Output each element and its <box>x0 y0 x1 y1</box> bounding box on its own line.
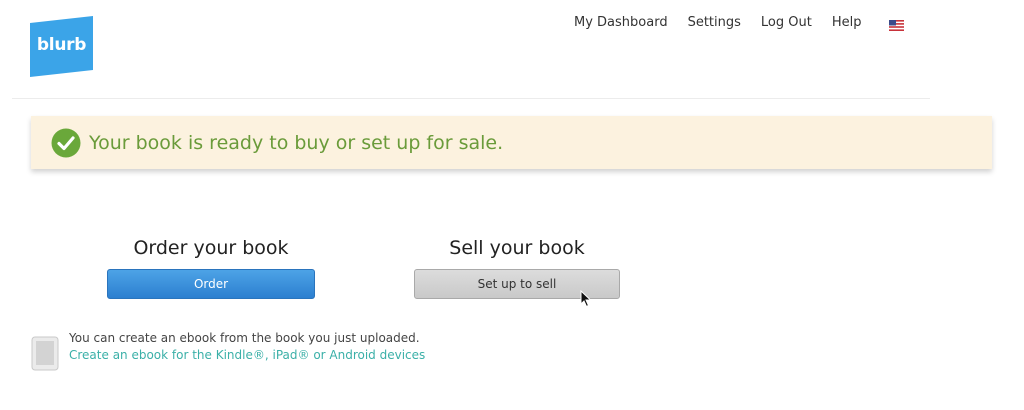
nav-settings[interactable]: Settings <box>688 15 741 30</box>
order-heading: Order your book <box>133 237 289 259</box>
check-circle-icon <box>51 128 81 157</box>
mouse-cursor-icon <box>580 290 592 308</box>
blurb-logo[interactable]: blurb <box>30 16 93 77</box>
header-divider <box>12 98 930 99</box>
order-button[interactable]: Order <box>107 269 315 299</box>
create-ebook-link[interactable]: Create an ebook for the Kindle®, iPad® o… <box>69 348 425 362</box>
ebook-info-text: You can create an ebook from the book yo… <box>69 331 420 345</box>
nav-log-out[interactable]: Log Out <box>761 15 812 30</box>
logo-text: blurb <box>36 35 87 55</box>
top-navigation: My Dashboard Settings Log Out Help <box>574 14 861 30</box>
nav-help[interactable]: Help <box>832 15 862 30</box>
sell-heading: Sell your book <box>449 237 585 259</box>
nav-my-dashboard[interactable]: My Dashboard <box>574 15 668 30</box>
us-flag-icon[interactable] <box>889 18 904 31</box>
success-banner: Your book is ready to buy or set up for … <box>31 116 992 169</box>
tablet-icon <box>31 336 59 371</box>
banner-message: Your book is ready to buy or set up for … <box>89 131 504 154</box>
